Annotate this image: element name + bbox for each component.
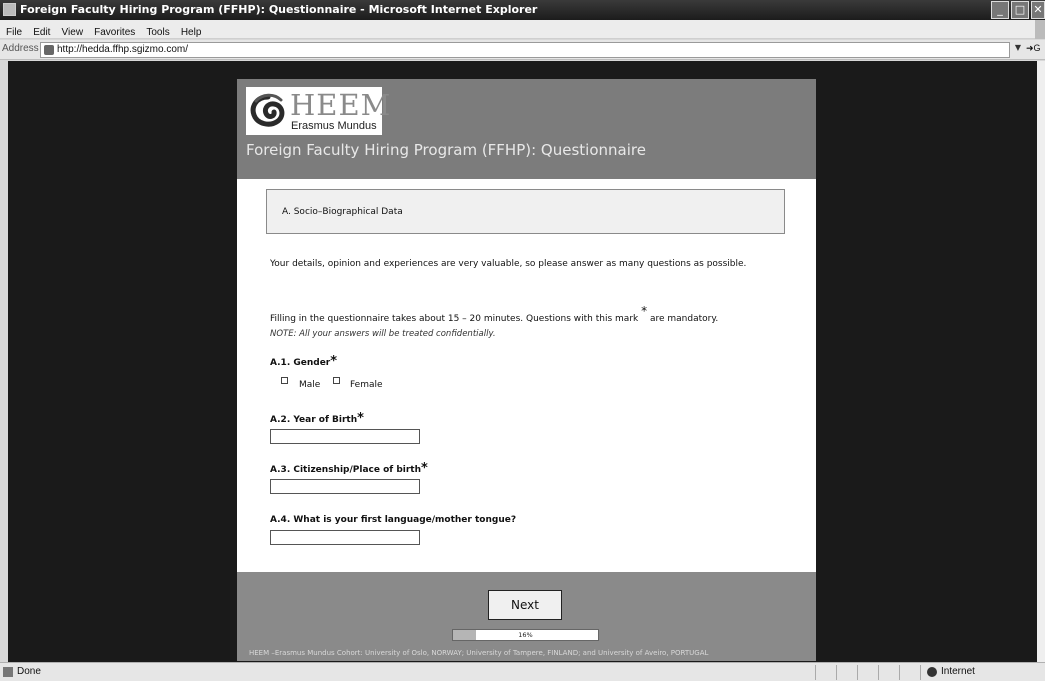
address-input[interactable]: http://hedda.ffhp.sgizmo.com/ xyxy=(40,42,1010,58)
status-divider xyxy=(899,665,900,680)
progress-bar: 16% xyxy=(452,629,599,641)
footer-credits: HEEM –Erasmus Mundus Cohort: University … xyxy=(249,649,709,657)
page-status-icon xyxy=(3,667,13,677)
instructions-text: Filling in the questionnaire takes about… xyxy=(270,304,719,324)
required-mark-icon: * xyxy=(421,461,428,476)
survey-header: HEEM Erasmus Mundus Foreign Faculty Hiri… xyxy=(237,79,816,179)
survey-footer: Next 16% HEEM –Erasmus Mundus Cohort: Un… xyxy=(237,572,816,661)
logo-subtext: Erasmus Mundus xyxy=(291,120,377,132)
chevron-down-icon[interactable]: ▼ xyxy=(1012,43,1024,57)
intro-text: Your details, opinion and experiences ar… xyxy=(270,259,747,269)
question-birth-year-label: A.2. Year of Birth* xyxy=(270,411,364,426)
instructions-after: are mandatory. xyxy=(649,314,719,324)
title-bar: Foreign Faculty Hiring Program (FFHP): Q… xyxy=(0,0,1045,20)
logo-text: HEEM xyxy=(290,88,392,122)
mandatory-mark-icon: * xyxy=(641,304,648,318)
question-gender-text: A.1. Gender xyxy=(270,358,331,368)
gender-female-label: Female xyxy=(350,380,383,390)
survey-form: HEEM Erasmus Mundus Foreign Faculty Hiri… xyxy=(237,79,816,661)
instructions-before: Filling in the questionnaire takes about… xyxy=(270,314,639,324)
maximize-button[interactable]: □ xyxy=(1011,1,1029,19)
minimize-button[interactable]: _ xyxy=(991,1,1009,19)
browser-window: Foreign Faculty Hiring Program (FFHP): Q… xyxy=(0,0,1045,681)
ie-app-icon xyxy=(3,3,16,16)
window-title: Foreign Faculty Hiring Program (FFHP): Q… xyxy=(20,3,538,16)
heem-logo: HEEM Erasmus Mundus xyxy=(246,87,390,135)
go-label: G xyxy=(1033,43,1041,53)
section-heading: A. Socio–Biographical Data xyxy=(282,207,403,217)
swirl-logo-icon xyxy=(250,93,285,127)
question-language-label: A.4. What is your first language/mother … xyxy=(270,515,516,525)
confidentiality-note: NOTE: All your answers will be treated c… xyxy=(270,329,496,339)
next-button[interactable]: Next xyxy=(488,590,562,620)
question-gender-label: A.1. Gender* xyxy=(270,354,337,369)
address-bar: Address http://hedda.ffhp.sgizmo.com/ ▼ … xyxy=(0,40,1045,60)
status-text: Done xyxy=(17,666,41,677)
progress-label: 16% xyxy=(518,631,533,639)
required-mark-icon: * xyxy=(357,411,364,426)
mother-tongue-input[interactable] xyxy=(270,530,420,545)
gender-male-label: Male xyxy=(299,380,321,390)
status-divider xyxy=(857,665,858,680)
birth-year-input[interactable] xyxy=(270,429,420,444)
section-heading-box: A. Socio–Biographical Data xyxy=(266,189,785,234)
go-button[interactable]: ➜G xyxy=(1026,43,1045,57)
internet-zone-icon xyxy=(927,667,937,677)
question-birth-year-text: A.2. Year of Birth xyxy=(270,415,358,425)
status-divider xyxy=(878,665,879,680)
vertical-scrollbar[interactable] xyxy=(1037,61,1045,662)
question-citizenship-text: A.3. Citizenship/Place of birth xyxy=(270,465,422,475)
survey-title: Foreign Faculty Hiring Program (FFHP): Q… xyxy=(246,141,646,159)
status-divider xyxy=(815,665,816,680)
throbber-icon xyxy=(1035,20,1045,39)
question-language-text: A.4. What is your first language/mother … xyxy=(270,515,517,525)
address-url[interactable]: http://hedda.ffhp.sgizmo.com/ xyxy=(57,44,188,55)
status-divider xyxy=(920,665,921,680)
citizenship-input[interactable] xyxy=(270,479,420,494)
status-divider xyxy=(836,665,837,680)
question-citizenship-label: A.3. Citizenship/Place of birth* xyxy=(270,461,428,476)
status-bar: Done Internet xyxy=(0,662,1045,681)
menu-bar: File Edit View Favorites Tools Help xyxy=(0,20,1045,39)
security-zone-label: Internet xyxy=(941,666,975,677)
required-mark-icon: * xyxy=(330,354,338,369)
gender-female-checkbox[interactable] xyxy=(333,377,340,384)
gender-male-checkbox[interactable] xyxy=(281,377,288,384)
close-button[interactable]: ✕ xyxy=(1031,1,1045,19)
page-viewport: HEEM Erasmus Mundus Foreign Faculty Hiri… xyxy=(8,61,1045,662)
page-icon xyxy=(44,45,54,55)
address-label: Address xyxy=(2,43,39,54)
